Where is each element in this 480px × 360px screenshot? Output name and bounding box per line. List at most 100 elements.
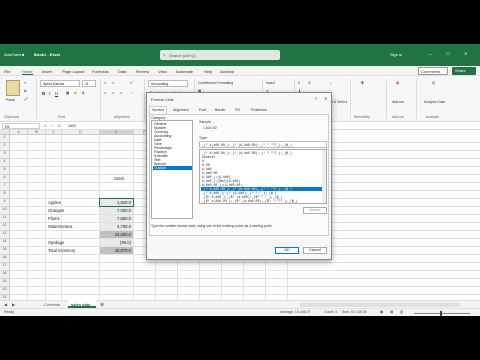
wrap-text-icon[interactable]: ↵ xyxy=(130,81,133,85)
row-header[interactable]: 11 xyxy=(0,215,10,223)
dialog-tab-font[interactable]: Font xyxy=(199,108,206,112)
sheet-prev-icon[interactable]: ◀ xyxy=(4,302,7,307)
row-header[interactable]: 17 xyxy=(0,263,10,271)
page-layout-view-icon[interactable]: ▤ xyxy=(390,310,393,314)
dialog-tab-fill[interactable]: Fill xyxy=(235,108,239,112)
tab-page-layout[interactable]: Page Layout xyxy=(62,69,84,74)
fx-icon[interactable]: fx xyxy=(58,124,61,128)
font-size-select[interactable]: 11 xyxy=(82,80,96,87)
analyze-data-label[interactable]: Analyze Data xyxy=(424,100,445,104)
type-input[interactable]: _(* #,##0.00_);_(* (#,##0.00);_(* "-"??_… xyxy=(199,141,327,148)
dialog-close-icon[interactable]: ✕ xyxy=(324,96,327,101)
value-cell[interactable]: 4,700.0 xyxy=(100,223,133,230)
tab-view[interactable]: View xyxy=(158,69,167,74)
comments-button[interactable]: Comments xyxy=(418,67,448,75)
value-cell[interactable]: 40,870.0 xyxy=(100,247,133,254)
borders-icon[interactable]: ▦ xyxy=(66,91,69,95)
value-cell[interactable]: 7,000.0 xyxy=(100,207,133,214)
align-left-icon[interactable]: ≡ xyxy=(104,91,106,95)
label-cell[interactable]: Total Inventory xyxy=(48,248,75,253)
find-icon[interactable]: ⌕ xyxy=(330,81,332,85)
row-header[interactable]: 12 xyxy=(0,223,10,231)
cancel-button[interactable]: Cancel xyxy=(303,247,327,254)
autosave-label[interactable]: AutoSave xyxy=(4,52,21,57)
tab-acrobat[interactable]: Acrobat xyxy=(220,69,234,74)
tab-file[interactable]: File xyxy=(4,69,10,74)
addins-icon[interactable]: ▦ xyxy=(396,81,399,85)
row-header[interactable]: 18 xyxy=(0,271,10,279)
close-icon[interactable]: ✕ xyxy=(464,51,467,56)
label-cell[interactable]: Apples xyxy=(48,200,61,205)
bold-button[interactable]: B xyxy=(42,91,45,96)
row-header[interactable]: 1 xyxy=(0,135,10,143)
analyze-data-icon[interactable]: ▥ xyxy=(432,81,435,85)
row-header[interactable]: 7 xyxy=(0,183,10,191)
row-header[interactable]: 2 xyxy=(0,143,10,151)
tab-insert[interactable]: Insert xyxy=(42,69,52,74)
label-cell[interactable]: Plums xyxy=(48,216,60,221)
copy-icon[interactable]: ⧉ xyxy=(24,89,27,93)
format-painter-icon[interactable]: 🖌 xyxy=(24,97,28,101)
row-header[interactable]: 5 xyxy=(0,167,10,175)
align-top-icon[interactable]: ≡ xyxy=(104,81,106,85)
row-header[interactable]: 14 xyxy=(0,239,10,247)
font-name-select[interactable]: Aptos Narrow xyxy=(40,80,80,87)
sensitivity-icon[interactable]: 🛡 xyxy=(360,81,364,85)
row-header[interactable]: 16 xyxy=(0,255,10,263)
type-list-scrollbar[interactable] xyxy=(322,150,326,203)
horizontal-scrollbar[interactable] xyxy=(300,303,460,307)
tab-formulas[interactable]: Formulas xyxy=(92,69,109,74)
tab-automate[interactable]: Automate xyxy=(176,69,193,74)
maximize-icon[interactable]: ☐ xyxy=(446,51,450,56)
category-item[interactable]: Custom xyxy=(153,166,192,170)
sort-filter-button[interactable]: ⇅ xyxy=(308,81,311,85)
label-cell[interactable]: Spoilage xyxy=(48,240,64,245)
share-button[interactable]: Share xyxy=(452,67,476,75)
sheet-tab-contents[interactable]: Contents xyxy=(44,302,60,307)
cancel-entry-icon[interactable]: ✕ xyxy=(44,124,47,128)
align-middle-icon[interactable]: ≡ xyxy=(112,81,114,85)
autosum-icon[interactable]: Σ xyxy=(298,81,300,85)
normal-view-icon[interactable]: ▦ xyxy=(380,310,383,314)
ok-button[interactable]: OK xyxy=(275,247,299,254)
value-cell[interactable]: (96.0) xyxy=(100,239,133,246)
addins-label[interactable]: Add-ins xyxy=(392,100,404,104)
paste-icon[interactable] xyxy=(6,80,20,96)
label-cell[interactable]: Watermelons xyxy=(48,224,73,229)
tab-help[interactable]: Help xyxy=(204,69,212,74)
zoom-slider-thumb[interactable] xyxy=(440,311,442,316)
zoom-slider[interactable] xyxy=(414,313,470,314)
stock-header-cell[interactable]: Stock xyxy=(114,176,124,181)
italic-button[interactable]: I xyxy=(49,91,50,96)
sign-in-link[interactable]: Sign in xyxy=(390,52,402,57)
minimize-icon[interactable]: — xyxy=(428,51,432,56)
row-header[interactable]: 6 xyxy=(0,175,10,183)
row-header[interactable]: 9 xyxy=(0,199,10,207)
conditional-formatting-button[interactable]: Conditional Formatting xyxy=(198,81,233,85)
fill-color-icon[interactable]: ◆ xyxy=(74,91,77,95)
insert-cells-button[interactable]: Insert xyxy=(266,81,275,85)
confirm-entry-icon[interactable]: ✓ xyxy=(51,124,54,128)
dialog-tab-protection[interactable]: Protection xyxy=(251,108,267,112)
row-header[interactable]: 4 xyxy=(0,159,10,167)
number-format-select[interactable]: Accounting xyxy=(148,80,188,87)
align-center-icon[interactable]: ≡ xyxy=(112,91,114,95)
row-header[interactable]: 8 xyxy=(0,191,10,199)
column-header[interactable]: A xyxy=(10,130,28,135)
save-icon[interactable]: ■ xyxy=(22,52,24,57)
value-cell[interactable]: 1,620.0 xyxy=(99,198,134,207)
name-box[interactable]: E5 xyxy=(2,123,40,129)
dialog-tab-alignment[interactable]: Alignment xyxy=(173,108,189,112)
row-header[interactable]: 13 xyxy=(0,231,10,239)
underline-button[interactable]: U xyxy=(55,91,58,96)
value-cell[interactable]: 7,650.0 xyxy=(100,215,133,222)
row-header[interactable]: 20 xyxy=(0,287,10,295)
label-cell[interactable]: Oranges xyxy=(48,208,64,213)
tab-data[interactable]: Data xyxy=(118,69,126,74)
column-header[interactable]: E xyxy=(100,130,134,135)
page-break-view-icon[interactable]: ▥ xyxy=(400,310,403,314)
type-list[interactable]: _(* #,##0.00_);_(* (#,##0.00);_(* "-"??_… xyxy=(199,149,327,204)
sheet-tab-sales-data[interactable]: sales data xyxy=(68,300,96,308)
tab-home[interactable]: Home xyxy=(22,69,33,75)
dialog-tab-border[interactable]: Border xyxy=(215,108,226,112)
